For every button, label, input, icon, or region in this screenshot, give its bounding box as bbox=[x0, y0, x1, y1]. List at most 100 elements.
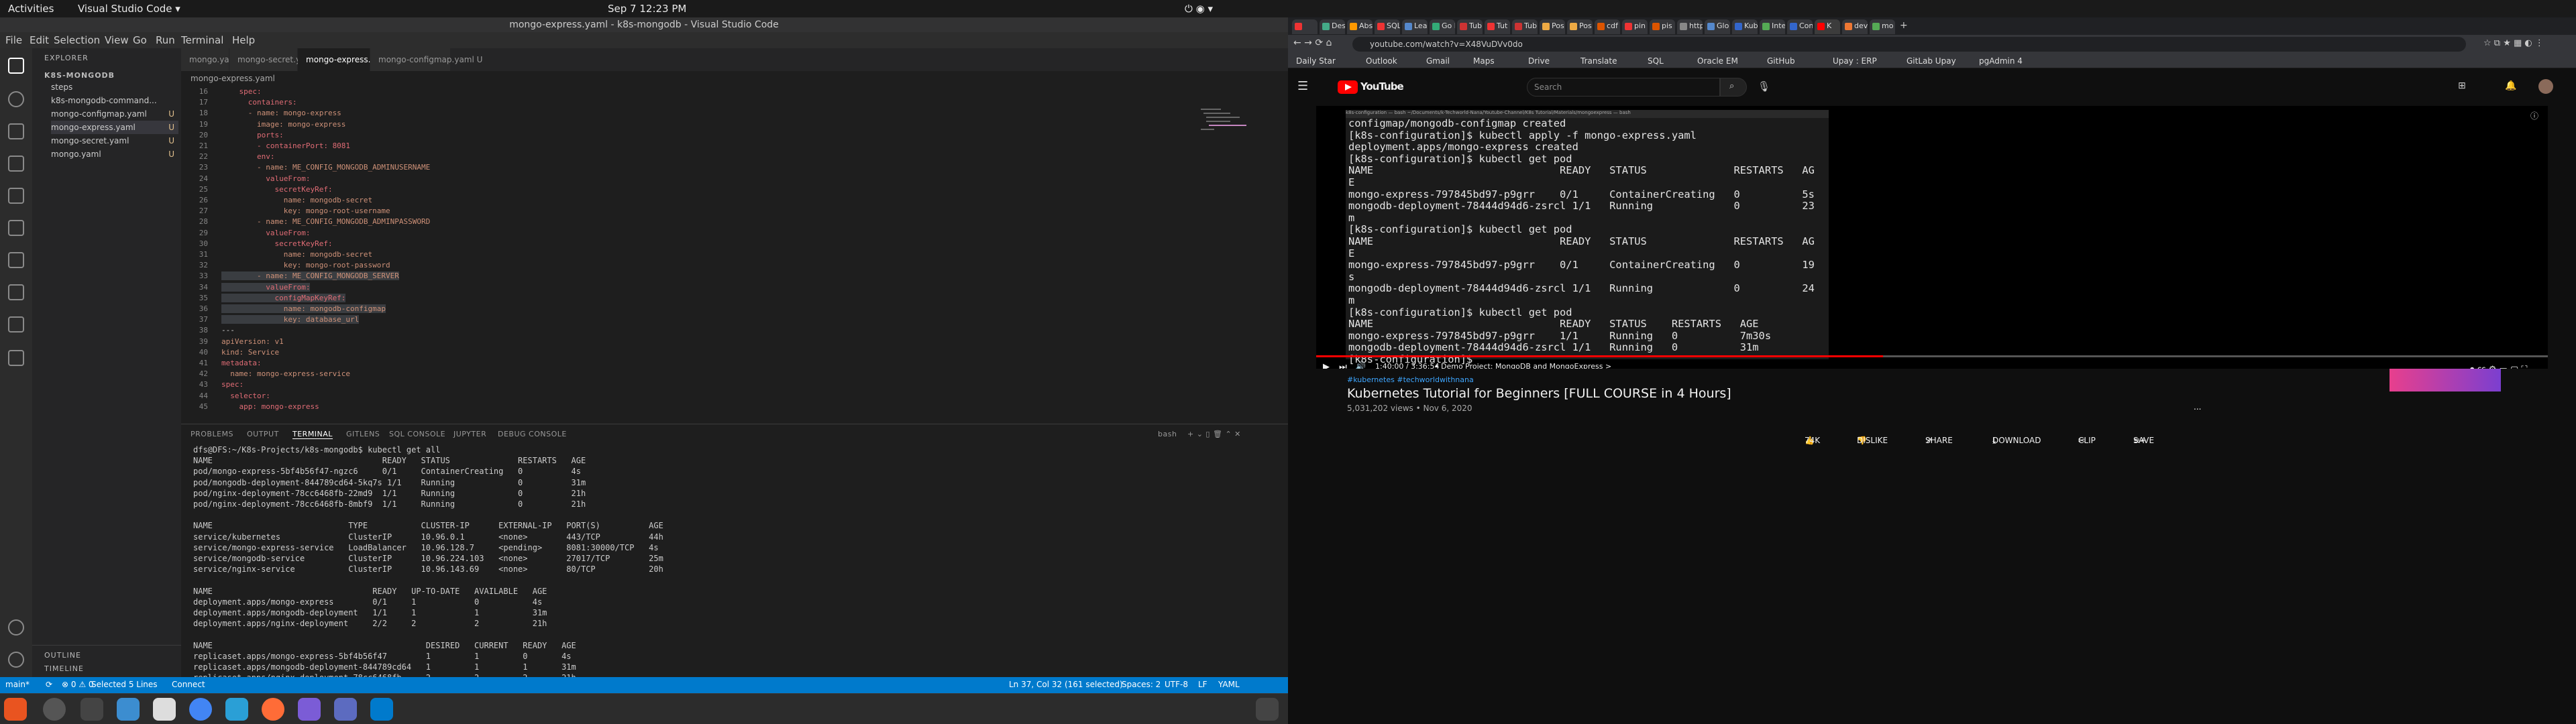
show-apps-icon[interactable] bbox=[1256, 698, 1279, 721]
source-control-icon[interactable] bbox=[8, 123, 24, 139]
code-editor[interactable]: 16 spec: 17 containers: 18 - name: mongo-e… bbox=[181, 87, 1288, 422]
gitlens-icon[interactable] bbox=[8, 252, 24, 268]
bookmark-item[interactable]: Translate bbox=[1580, 56, 1617, 66]
browser-tab[interactable]: K bbox=[1815, 19, 1840, 34]
avatar[interactable] bbox=[2538, 79, 2553, 94]
browser-tab[interactable]: cdf bbox=[1595, 19, 1620, 34]
browser-tab[interactable]: Lea bbox=[1402, 19, 1428, 34]
clock[interactable]: Sep 7 12:23 PM bbox=[608, 3, 686, 15]
bookmark-item[interactable]: pgAdmin 4 bbox=[1979, 56, 2023, 66]
notifications-icon[interactable]: 🔔 bbox=[2505, 80, 2516, 91]
settings-gear-icon[interactable] bbox=[8, 652, 24, 668]
bookmark-item[interactable]: SQL bbox=[1648, 56, 1664, 66]
connect-status[interactable]: Connect bbox=[172, 680, 205, 689]
browser-tab[interactable]: Pos bbox=[1567, 19, 1593, 34]
file-item[interactable]: mongo.yaml U bbox=[51, 147, 178, 161]
bookmark-item[interactable]: GitHub bbox=[1767, 56, 1795, 66]
tab-output[interactable]: OUTPUT bbox=[247, 430, 279, 438]
outline-section[interactable]: OUTLINE bbox=[44, 651, 81, 660]
vm-icon[interactable] bbox=[334, 698, 357, 721]
menu-edit[interactable]: Edit bbox=[30, 34, 49, 46]
minimap[interactable] bbox=[1201, 109, 1268, 202]
menu-selection[interactable]: Selection bbox=[54, 34, 100, 46]
create-video-icon[interactable]: ⊞ bbox=[2458, 80, 2466, 91]
browser-tab[interactable]: Tub bbox=[1457, 19, 1483, 34]
browser-tab[interactable]: dev bbox=[1842, 19, 1868, 34]
selection-info[interactable]: Selected 5 Lines bbox=[91, 680, 158, 689]
nav-back-forward-reload-icon[interactable]: ← → ⟳ ⌂ bbox=[1293, 38, 1332, 48]
docker-icon[interactable] bbox=[8, 284, 24, 300]
db-tool-icon[interactable] bbox=[298, 698, 321, 721]
chrome-icon[interactable] bbox=[189, 698, 212, 721]
browser-tab[interactable]: SQL bbox=[1375, 19, 1400, 34]
youtube-logo-icon[interactable] bbox=[1338, 80, 1358, 94]
browser-tab[interactable]: Inte bbox=[1760, 19, 1785, 34]
browser-tab[interactable] bbox=[1292, 19, 1318, 34]
postman-icon[interactable] bbox=[262, 698, 284, 721]
new-tab-icon[interactable]: + bbox=[1900, 20, 1908, 31]
browser-tab[interactable]: Con bbox=[1787, 19, 1813, 34]
tab-terminal[interactable]: TERMINAL bbox=[292, 430, 333, 439]
browser-tab[interactable]: Glo bbox=[1705, 19, 1730, 34]
browser-tab[interactable]: Tut bbox=[1485, 19, 1510, 34]
bookmark-item[interactable]: Outlook bbox=[1366, 56, 1397, 66]
file-item[interactable]: k8s-mongodb-command... bbox=[51, 94, 178, 107]
breadcrumb[interactable]: mongo-express.yaml bbox=[191, 74, 275, 83]
system-tray-icon[interactable]: ⏻ ◉ ▾ bbox=[1185, 3, 1213, 15]
video-player[interactable]: k8s-configuration — bash ~/Documents/k-T… bbox=[1316, 106, 2548, 375]
terminal-app-icon[interactable] bbox=[80, 698, 103, 721]
git-branch[interactable]: main* bbox=[5, 680, 30, 689]
bookmark-item[interactable]: Maps bbox=[1473, 56, 1495, 66]
cursor-position[interactable]: Ln 37, Col 32 (161 selected) bbox=[1009, 680, 1123, 689]
microphone-icon[interactable]: 🎙 bbox=[1758, 80, 1770, 93]
sidebar-ad-thumbnail[interactable] bbox=[2390, 369, 2501, 391]
docker-app-icon[interactable] bbox=[225, 698, 248, 721]
encoding[interactable]: UTF-8 bbox=[1165, 680, 1188, 689]
vscode-app-icon[interactable] bbox=[370, 698, 393, 721]
tab-mongo-secret[interactable]: mongo-secret.yaml U bbox=[229, 48, 324, 71]
more-actions-button[interactable]: ... bbox=[2194, 402, 2201, 412]
terminal-actions-icon[interactable]: + ⌄ ▯ 🗑 ⌃ ✕ bbox=[1187, 430, 1241, 438]
info-icon[interactable]: ⓘ bbox=[2530, 110, 2538, 121]
file-item[interactable]: mongo-secret.yaml U bbox=[51, 134, 178, 147]
extensions-icon[interactable] bbox=[8, 188, 24, 204]
tab-debug-console[interactable]: DEBUG CONSOLE bbox=[498, 430, 567, 438]
browser-tab[interactable]: pin bbox=[1622, 19, 1648, 34]
indentation[interactable]: Spaces: 2 bbox=[1122, 680, 1161, 689]
url-bar[interactable]: youtube.com/watch?v=X48VuDVv0do bbox=[1352, 37, 2466, 52]
browser-tab[interactable]: mo bbox=[1870, 19, 1895, 34]
database-icon[interactable] bbox=[8, 316, 24, 333]
bookmark-item[interactable]: GitLab Upay bbox=[1907, 56, 1956, 66]
obs-icon[interactable] bbox=[43, 698, 66, 721]
browser-tab[interactable]: http bbox=[1677, 19, 1703, 34]
file-item[interactable]: steps bbox=[51, 80, 178, 94]
app-menu[interactable]: Visual Studio Code ▾ bbox=[78, 3, 180, 15]
hamburger-menu-icon[interactable]: ☰ bbox=[1297, 79, 1308, 93]
browser-tab[interactable]: Abs bbox=[1347, 19, 1373, 34]
explorer-icon[interactable] bbox=[8, 58, 24, 74]
menu-help[interactable]: Help bbox=[232, 34, 255, 46]
line-ending[interactable]: LF bbox=[1198, 680, 1208, 689]
tab-mongo-express[interactable]: mongo-express.yaml U bbox=[298, 48, 399, 71]
browser-tab[interactable]: pis bbox=[1650, 19, 1675, 34]
menu-view[interactable]: View bbox=[105, 34, 129, 46]
file-item-active[interactable]: mongo-express.yaml U bbox=[51, 121, 178, 134]
ubuntu-icon[interactable] bbox=[4, 698, 27, 721]
menu-file[interactable]: File bbox=[5, 34, 22, 46]
language-mode[interactable]: YAML bbox=[1218, 680, 1240, 689]
text-editor-icon[interactable] bbox=[153, 698, 176, 721]
browser-tab[interactable]: Kub bbox=[1732, 19, 1758, 34]
browser-tab[interactable]: Pos bbox=[1540, 19, 1565, 34]
account-icon[interactable] bbox=[8, 619, 24, 636]
problems-count[interactable]: ⊗ 0 ⚠ 0 bbox=[62, 680, 94, 689]
remote-explorer-icon[interactable] bbox=[8, 220, 24, 236]
hashtags[interactable]: #kubernetes #techworldwithnana bbox=[1347, 375, 1474, 384]
run-debug-icon[interactable] bbox=[8, 156, 24, 172]
bookmark-item[interactable]: Gmail bbox=[1426, 56, 1450, 66]
test-icon[interactable] bbox=[8, 350, 24, 366]
terminal-selector[interactable]: bash bbox=[1158, 430, 1177, 438]
menu-run[interactable]: Run bbox=[156, 34, 175, 46]
menu-terminal[interactable]: Terminal bbox=[181, 34, 223, 46]
browser-tab[interactable]: Des bbox=[1320, 19, 1345, 34]
video-progress-bar[interactable] bbox=[1316, 355, 2548, 357]
